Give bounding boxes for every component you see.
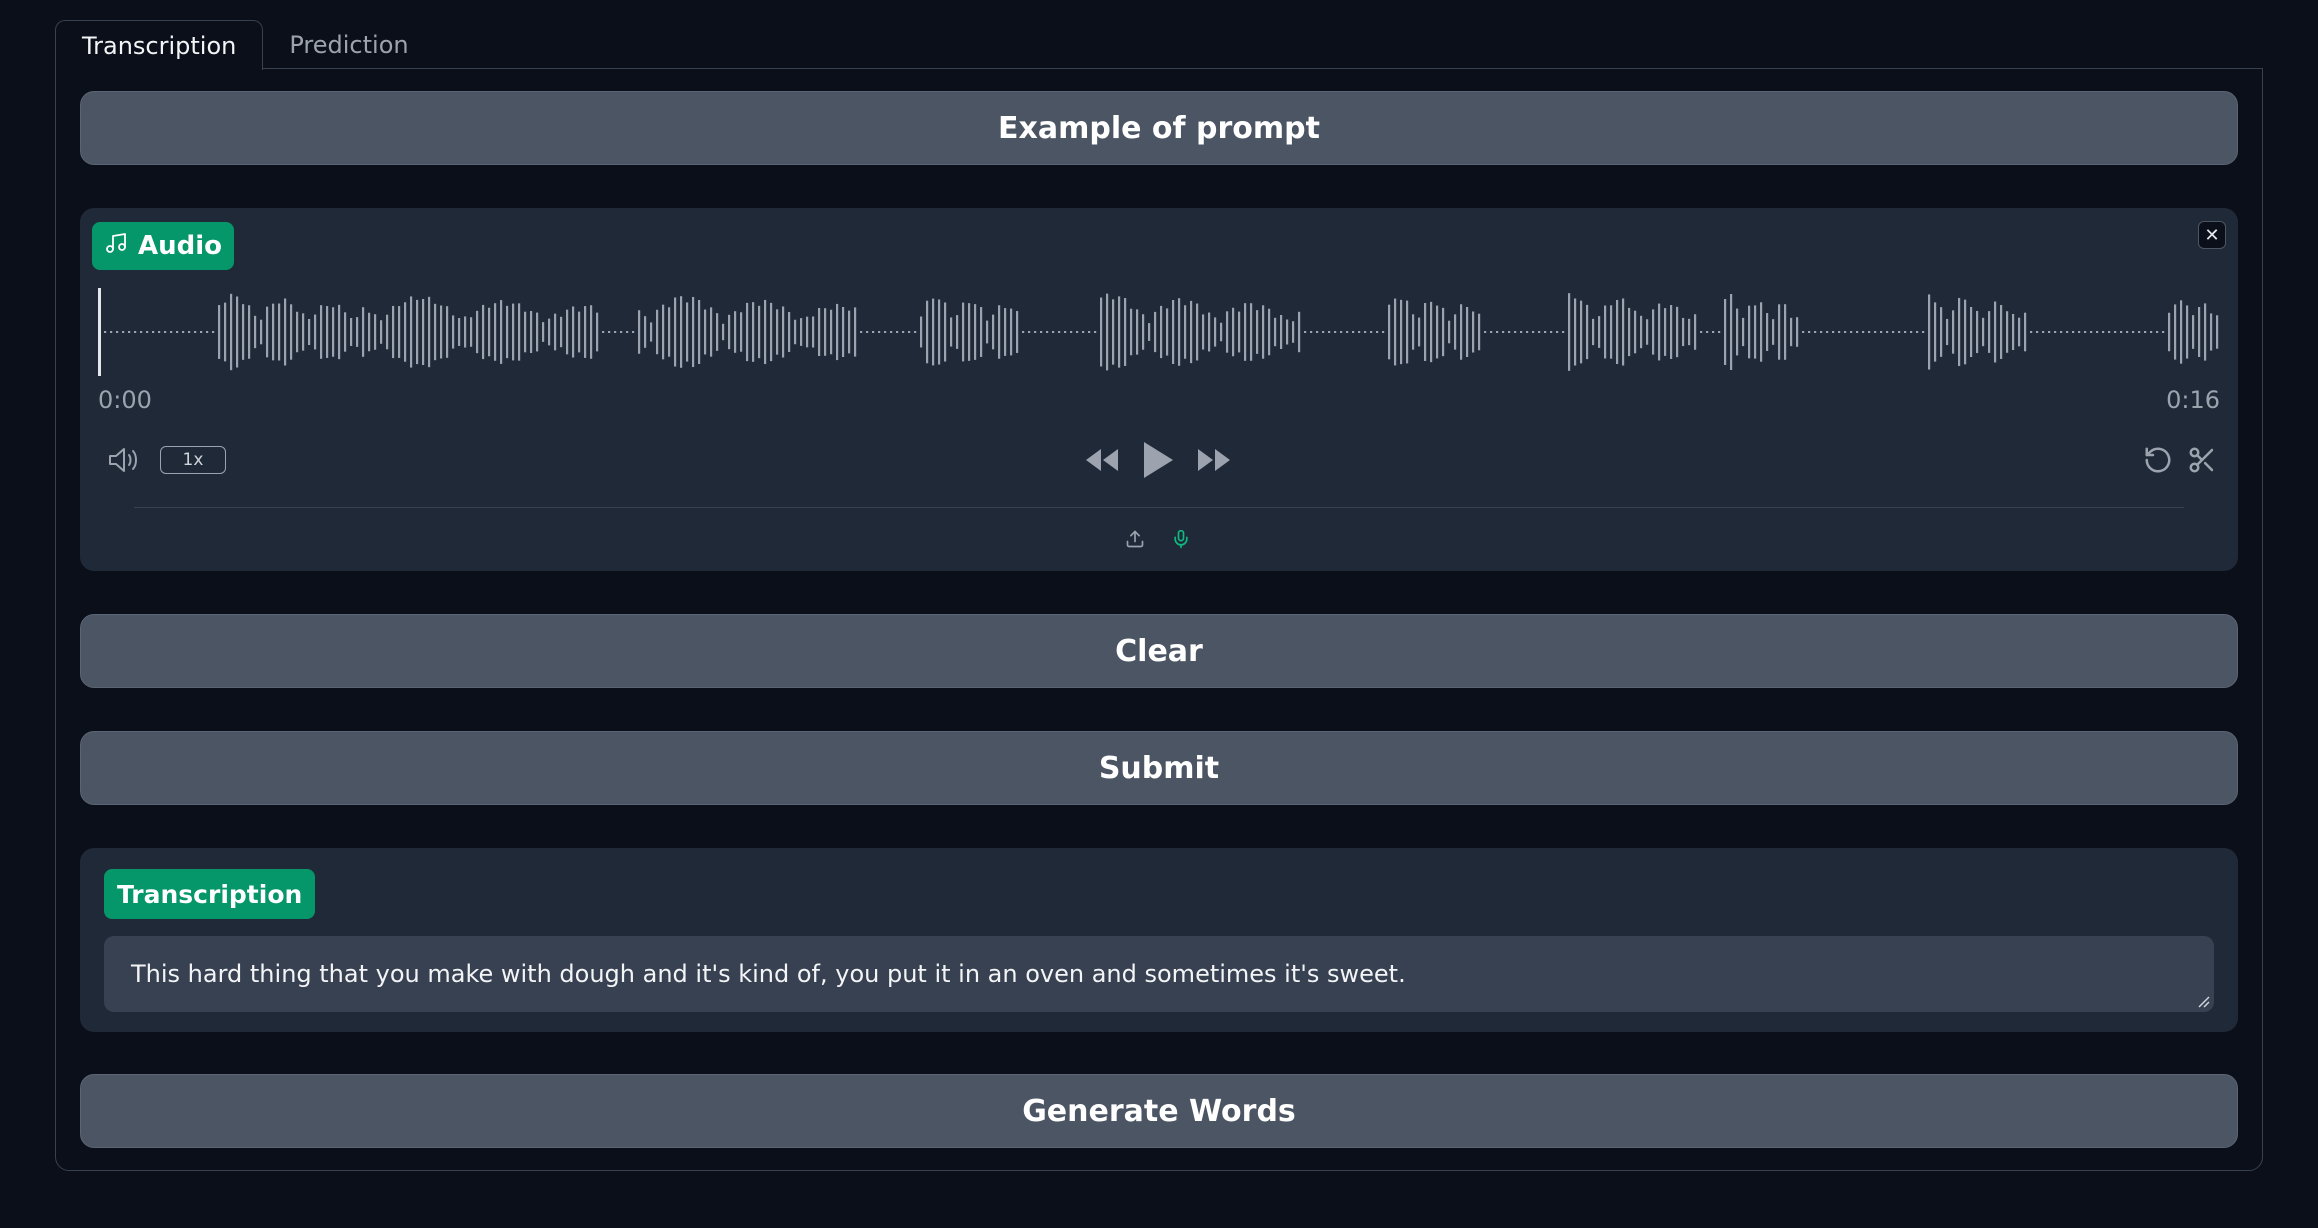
transcription-text: This hard thing that you make with dough…	[131, 960, 1406, 988]
music-note-icon	[104, 231, 128, 262]
scissors-icon[interactable]	[2186, 444, 2218, 476]
clear-button[interactable]: Clear	[80, 614, 2238, 688]
app: Transcription Prediction Example of prom…	[0, 0, 2318, 1228]
time-duration: 0:16	[2166, 386, 2220, 414]
volume-icon[interactable]	[106, 444, 142, 476]
close-icon[interactable]: ✕	[2198, 221, 2226, 249]
microphone-icon[interactable]	[1170, 526, 1192, 552]
generate-words-button[interactable]: Generate Words	[80, 1074, 2238, 1148]
controls-divider	[134, 507, 2184, 508]
rewind-icon[interactable]	[1084, 444, 1120, 476]
playhead-cursor[interactable]	[98, 288, 101, 376]
audio-label-badge: Audio	[92, 222, 235, 270]
playback-speed-button[interactable]: 1x	[160, 446, 226, 474]
undo-icon[interactable]	[2142, 444, 2174, 476]
play-icon[interactable]	[1140, 438, 1176, 482]
tab-transcription[interactable]: Transcription	[55, 20, 264, 70]
transcription-output: Transcription This hard thing that you m…	[80, 848, 2238, 1032]
fast-forward-icon[interactable]	[1196, 444, 1232, 476]
submit-button[interactable]: Submit	[80, 731, 2238, 805]
transcription-textbox[interactable]: This hard thing that you make with dough…	[104, 936, 2214, 1012]
transcription-label-badge: Transcription	[104, 869, 316, 919]
upload-icon[interactable]	[1124, 527, 1146, 551]
tab-prediction[interactable]: Prediction	[263, 20, 434, 69]
resize-handle-icon[interactable]	[2196, 994, 2210, 1008]
audio-player: Audio ✕ 0:00 0:16 1x	[80, 208, 2238, 571]
time-current: 0:00	[98, 386, 152, 414]
example-prompt-button[interactable]: Example of prompt	[80, 91, 2238, 165]
audio-label: Audio	[138, 231, 223, 261]
tab-bar: Transcription Prediction	[55, 20, 435, 70]
waveform[interactable]	[98, 286, 2220, 378]
